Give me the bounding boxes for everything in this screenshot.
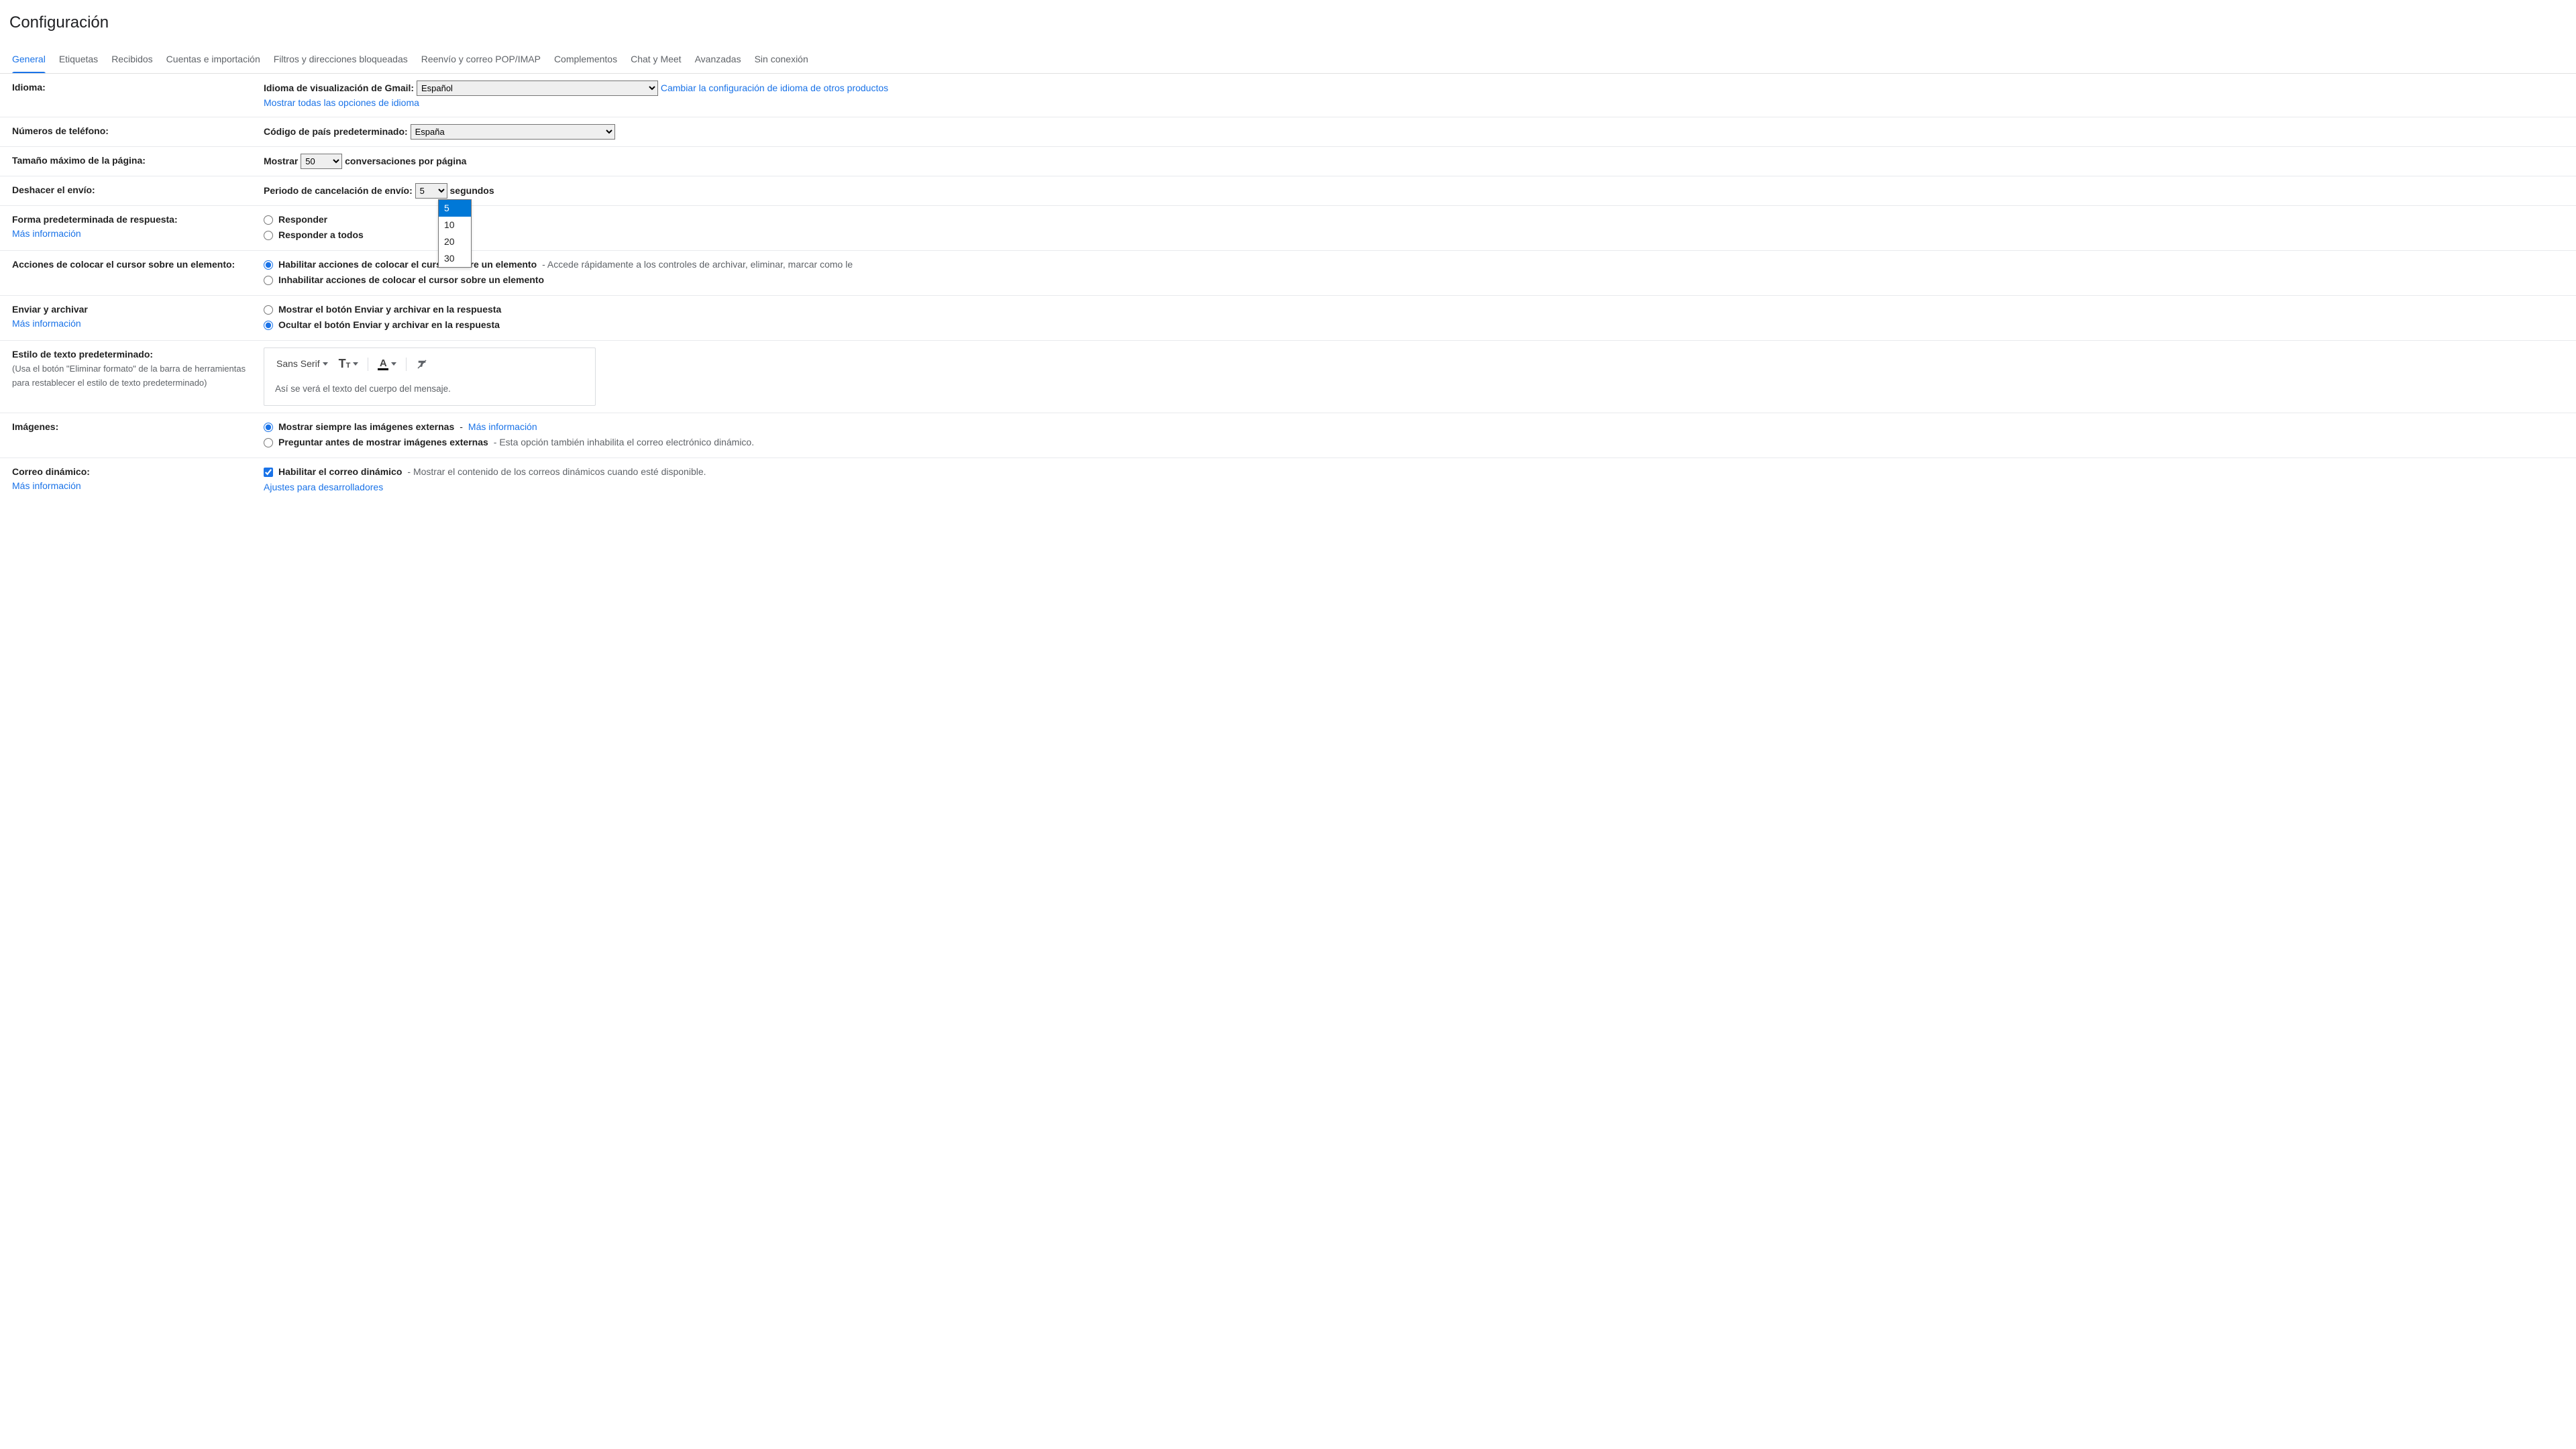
tabs-bar: General Etiquetas Recibidos Cuentas e im… [0,47,2576,74]
dynamic-enable-desc: - Mostrar el contenido de los correos di… [407,465,706,479]
font-size-button[interactable]: TT [337,354,360,374]
page-size-suffix: conversaciones por página [345,156,466,166]
label-text-style: Estilo de texto predeterminado: [12,349,153,360]
row-send-archive: Enviar y archivar Más información Mostra… [0,296,2576,341]
clear-formatting-button[interactable] [415,357,429,372]
language-display-label: Idioma de visualización de Gmail: [264,83,414,93]
dynamic-learn-more-link[interactable]: Más información [12,480,81,491]
label-undo-send: Deshacer el envío: [12,183,264,197]
label-reply-default: Forma predeterminada de respuesta: [12,214,178,225]
text-style-preview: Así se verá el texto del cuerpo del mens… [264,378,595,405]
tab-general[interactable]: General [12,47,46,73]
tab-forwarding[interactable]: Reenvío y correo POP/IMAP [421,47,541,73]
label-dynamic: Correo dinámico: [12,466,90,477]
undo-option-10[interactable]: 10 [439,217,471,233]
tab-accounts[interactable]: Cuentas e importación [166,47,260,73]
label-phone: Números de teléfono: [12,124,264,138]
font-family-button[interactable]: Sans Serif [275,356,329,372]
label-images: Imágenes: [12,420,264,434]
undo-seconds-dropdown: 5 10 20 30 [438,199,472,268]
chevron-down-icon [353,362,358,366]
tab-filters[interactable]: Filtros y direcciones bloqueadas [274,47,408,73]
language-show-all-link[interactable]: Mostrar todas las opciones de idioma [264,97,419,108]
row-language: Idioma: Idioma de visualización de Gmail… [0,74,2576,117]
tab-chat[interactable]: Chat y Meet [631,47,681,73]
tab-offline[interactable]: Sin conexión [755,47,808,73]
row-page-size: Tamaño máximo de la página: Mostrar 50 c… [0,147,2576,176]
label-language: Idioma: [12,80,264,95]
tab-inbox[interactable]: Recibidos [111,47,152,73]
page-title: Configuración [0,0,2576,47]
toolbar-separator [406,358,407,371]
row-phone: Números de teléfono: Código de país pred… [0,117,2576,147]
images-always-label: Mostrar siempre las imágenes externas [278,420,454,434]
page-size-show: Mostrar [264,156,298,166]
phone-code-label: Código de país predeterminado: [264,126,408,137]
page-size-select[interactable]: 50 [301,154,342,169]
images-ask-label: Preguntar antes de mostrar imágenes exte… [278,435,488,449]
radio-images-ask[interactable] [264,438,273,447]
radio-send-archive-hide[interactable] [264,321,273,330]
hover-enable-label: Habilitar acciones de colocar el cursor … [278,258,537,272]
row-undo-send: Deshacer el envío: Periodo de cancelació… [0,176,2576,206]
send-archive-learn-more-link[interactable]: Más información [12,318,81,329]
radio-images-always[interactable] [264,423,273,432]
send-archive-hide-label: Ocultar el botón Enviar y archivar en la… [278,318,500,332]
radio-reply[interactable] [264,215,273,225]
row-dynamic: Correo dinámico: Más información Habilit… [0,458,2576,501]
dynamic-enable-label: Habilitar el correo dinámico [278,465,402,479]
text-color-button[interactable]: A [376,357,398,372]
reply-learn-more-link[interactable]: Más información [12,228,81,239]
text-color-icon: A [378,358,388,370]
chevron-down-icon [391,362,396,366]
row-hover: Acciones de colocar el cursor sobre un e… [0,251,2576,296]
country-code-select[interactable]: España [411,124,615,140]
label-page-size: Tamaño máximo de la página: [12,154,264,168]
language-change-other-link[interactable]: Cambiar la configuración de idioma de ot… [661,83,888,93]
tab-labels[interactable]: Etiquetas [59,47,98,73]
radio-reply-all-label: Responder a todos [278,228,364,242]
undo-option-20[interactable]: 20 [439,233,471,250]
undo-suffix: segundos [450,185,494,196]
undo-option-5[interactable]: 5 [439,200,471,217]
row-reply-default: Forma predeterminada de respuesta: Más i… [0,206,2576,251]
radio-send-archive-show[interactable] [264,305,273,315]
hover-disable-label: Inhabilitar acciones de colocar el curso… [278,273,544,287]
dynamic-dev-link[interactable]: Ajustes para desarrolladores [264,482,383,492]
radio-hover-enable[interactable] [264,260,273,270]
row-text-style: Estilo de texto predeterminado: (Usa el … [0,341,2576,413]
images-learn-more-link[interactable]: Más información [468,420,537,434]
font-family-value: Sans Serif [276,357,320,371]
font-size-icon: TT [339,355,351,373]
hover-enable-desc: - Accede rápidamente a los controles de … [542,258,853,272]
radio-hover-disable[interactable] [264,276,273,285]
send-archive-show-label: Mostrar el botón Enviar y archivar en la… [278,303,501,317]
radio-reply-all[interactable] [264,231,273,240]
row-images: Imágenes: Mostrar siempre las imágenes e… [0,413,2576,458]
label-send-archive: Enviar y archivar [12,304,88,315]
language-select[interactable]: Español [417,80,658,96]
clear-formatting-icon [416,358,428,370]
undo-seconds-select[interactable]: 5 [415,183,447,199]
radio-reply-label: Responder [278,213,327,227]
label-text-style-sub: (Usa el botón "Eliminar formato" de la b… [12,364,246,388]
images-ask-desc: - Esta opción también inhabilita el corr… [494,435,754,449]
checkbox-dynamic-enable[interactable] [264,468,273,477]
default-text-style-editor: Sans Serif TT A [264,347,596,406]
tab-addons[interactable]: Complementos [554,47,617,73]
settings-table: Idioma: Idioma de visualización de Gmail… [0,74,2576,501]
undo-period-label: Periodo de cancelación de envío: [264,185,413,196]
label-hover: Acciones de colocar el cursor sobre un e… [12,258,264,272]
tab-advanced[interactable]: Avanzadas [695,47,741,73]
undo-option-30[interactable]: 30 [439,250,471,267]
chevron-down-icon [323,362,328,366]
